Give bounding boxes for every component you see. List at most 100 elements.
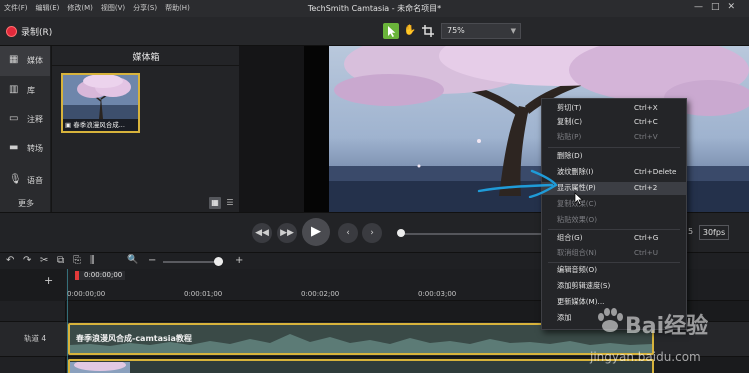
menu-file[interactable]: 文件(F) (0, 0, 32, 17)
menu-help[interactable]: 帮助(H) (161, 0, 194, 17)
zoom-dropdown[interactable]: 75% ▼ (441, 23, 521, 39)
ruler-tick: 0:00:01;00 (184, 290, 223, 298)
menu-item-ungroup[interactable]: 取消组合(N) Ctrl+U (542, 247, 686, 260)
copy-icon[interactable]: ⧉ (57, 255, 64, 266)
undo-icon[interactable]: ↶ (6, 255, 14, 266)
timeline-zoom-handle[interactable] (214, 257, 223, 266)
watermark-url: jingyan.baidu.com (590, 350, 701, 364)
record-button[interactable]: 录制(R) (21, 25, 52, 38)
video-clip-row[interactable] (68, 359, 654, 373)
tool-annotations-label: 注释 (27, 115, 43, 124)
main-toolbar: 录制(R) ✋ 75% ▼ (0, 17, 749, 46)
clip-label: 春季浪漫风合成-camtasia教程 (76, 334, 192, 343)
clip-thumbnail (70, 361, 130, 373)
tool-voice[interactable]: 🎙 语音 (0, 166, 50, 196)
previous-icon[interactable]: ‹ (338, 223, 358, 243)
scrubber-track[interactable] (398, 233, 548, 235)
media-thumbnail[interactable]: ▣ 春季浪漫风合成... (61, 73, 140, 133)
tool-annotations[interactable]: ▭ 注释 (0, 105, 50, 135)
menu-item-paste[interactable]: 粘贴(P) Ctrl+V (542, 131, 686, 144)
zoom-value: 75% (447, 26, 465, 35)
menu-share[interactable]: 分享(S) (129, 0, 161, 17)
ruler-tick: 0:00:02;00 (301, 290, 340, 298)
step-forward-icon[interactable]: ▶▶ (277, 223, 297, 243)
menu-separator (548, 147, 680, 148)
media-thumbnail-label: 春季浪漫风合成... (73, 121, 125, 129)
minimize-icon[interactable]: — (694, 2, 711, 12)
next-icon[interactable]: › (362, 223, 382, 243)
zoom-out-icon[interactable]: − (148, 255, 156, 266)
mouse-cursor-icon (574, 192, 584, 205)
media-bin-title: 媒体箱 (132, 53, 160, 63)
duration-fragment: 5 (688, 227, 694, 236)
menu-separator (548, 262, 680, 263)
ruler-tick: 0:00:00;00 (67, 290, 106, 298)
menu-item-group[interactable]: 组合(G) Ctrl+G (542, 232, 686, 245)
crop-icon[interactable] (420, 23, 436, 39)
menu-modify[interactable]: 修改(M) (63, 0, 97, 17)
grid-view-icon[interactable]: ▦ (209, 197, 221, 209)
tool-transitions-label: 转场 (27, 144, 43, 153)
menu-edit[interactable]: 编辑(E) (32, 0, 64, 17)
playhead-time[interactable]: 0:00:00;00 (75, 271, 125, 280)
playhead-marker[interactable] (75, 271, 79, 280)
track-4-label: 轨道 4 (24, 334, 47, 343)
chevron-down-icon: ▼ (510, 27, 516, 35)
record-icon[interactable] (6, 26, 17, 37)
redo-icon[interactable]: ↷ (23, 255, 31, 266)
tool-media[interactable]: ▦ 媒体 (0, 46, 50, 76)
media-bin: 媒体箱 ▣ 春季浪漫风合成... ▦ ☰ (51, 46, 240, 212)
transition-icon: ▬ (9, 142, 19, 153)
close-icon[interactable]: ✕ (727, 2, 743, 12)
play-button[interactable]: ▶ (302, 218, 330, 246)
context-menu: 剪切(T) Ctrl+X 复制(C) Ctrl+C 粘贴(P) Ctrl+V 删除(D… (541, 98, 687, 330)
film-icon: ▦ (9, 54, 19, 65)
menu-item-copy-effects[interactable]: 复制效果(C) (542, 198, 686, 211)
tool-transitions[interactable]: ▬ 转场 (0, 134, 50, 164)
search-icon[interactable]: 🔍 (127, 255, 138, 265)
menu-item-cut[interactable]: 剪切(T) Ctrl+X (542, 102, 686, 115)
playhead-line (67, 269, 68, 373)
annotation-icon: ▭ (9, 113, 19, 124)
baidu-watermark: Bai经验 jingyan.baidu.com (590, 298, 740, 373)
annotation-arrow (477, 169, 558, 198)
add-track-icon[interactable]: + (44, 274, 53, 287)
menu-bar: 文件(F) 编辑(E) 修改(M) 视图(V) 分享(S) 帮助(H) TechSmith… (0, 0, 749, 17)
more-button[interactable]: 更多 (18, 198, 34, 209)
menu-view[interactable]: 视图(V) (97, 0, 129, 17)
scrubber-handle[interactable] (397, 229, 405, 237)
window-controls: —□✕ (694, 2, 743, 12)
menu-item-copy[interactable]: 复制(C) Ctrl+C (542, 116, 686, 129)
cut-icon[interactable]: ✂ (40, 255, 48, 266)
tool-library-label: 库 (27, 86, 35, 95)
library-icon: ▥ (9, 84, 19, 95)
split-icon[interactable]: ⫼ (90, 255, 95, 266)
paste-icon[interactable]: ⎘ (73, 255, 81, 266)
menu-item-clip-speed[interactable]: 添加剪辑速度(S) (542, 280, 686, 293)
menu-item-delete[interactable]: 删除(D) (542, 150, 686, 163)
menu-item-paste-effects[interactable]: 粘贴效果(O) (542, 214, 686, 227)
menu-item-show-properties[interactable]: 显示属性(P) Ctrl+2 (542, 182, 686, 195)
menu-separator (548, 229, 680, 230)
microphone-icon: 🎙 (9, 174, 22, 185)
divider (52, 65, 240, 66)
watermark-brand: Bai经验 (625, 314, 709, 339)
menu-item-ripple-delete[interactable]: 波纹删除(I) Ctrl+Delete (542, 166, 686, 179)
list-view-icon[interactable]: ☰ (224, 197, 236, 209)
tool-media-label: 媒体 (27, 56, 43, 65)
tools-panel: ▦ 媒体 ▥ 库 ▭ 注释 ▬ 转场 🎙 语音 (0, 46, 50, 212)
video-clip-icon: ▣ (65, 121, 72, 129)
fps-badge[interactable]: 30fps (699, 225, 729, 240)
tool-voice-label: 语音 (27, 176, 43, 185)
menu-item-edit-audio[interactable]: 编辑音频(O) (542, 264, 686, 277)
step-back-icon[interactable]: ◀◀ (252, 223, 272, 243)
ruler-tick: 0:00:03;00 (418, 290, 457, 298)
zoom-in-icon[interactable]: + (235, 255, 243, 266)
tool-library[interactable]: ▥ 库 (0, 76, 50, 106)
baidu-paw-logo (598, 308, 623, 332)
maximize-icon[interactable]: □ (711, 2, 728, 12)
media-thumbnail-caption: ▣ 春季浪漫风合成... (63, 119, 138, 131)
select-tool-icon[interactable] (383, 23, 399, 39)
pan-hand-icon[interactable]: ✋ (402, 23, 418, 39)
canvas-black-band (304, 46, 329, 212)
